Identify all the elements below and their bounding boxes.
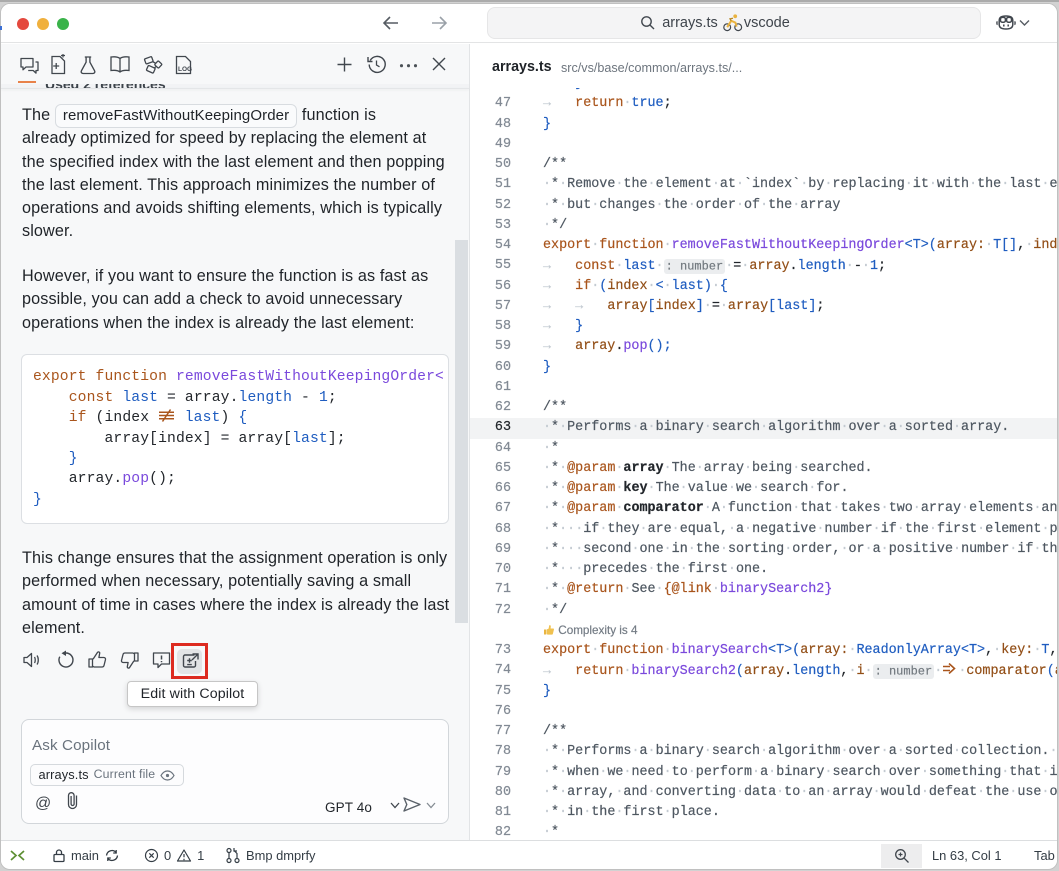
svg-text:LOG: LOG bbox=[178, 66, 192, 73]
